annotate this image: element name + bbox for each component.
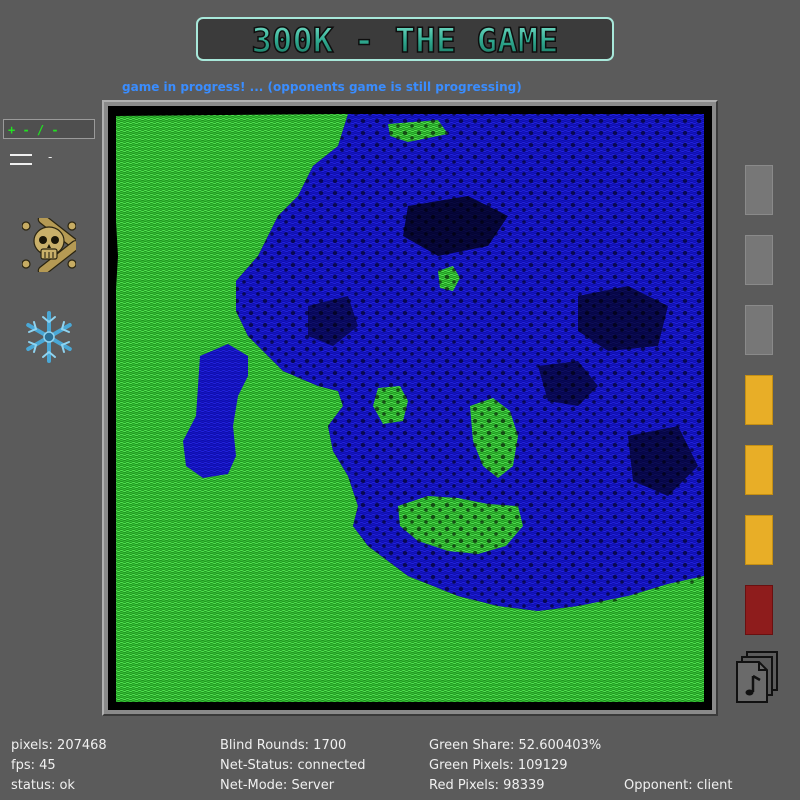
- power-slot-yellow[interactable]: [745, 375, 773, 425]
- title-text: 300K - THE GAME: [251, 21, 558, 61]
- game-board[interactable]: [108, 106, 712, 710]
- menu-icon[interactable]: [10, 154, 32, 166]
- menu-label: -: [48, 150, 53, 164]
- power-slot-yellow[interactable]: [745, 445, 773, 495]
- power-slot-yellow[interactable]: [745, 515, 773, 565]
- snowflake-icon[interactable]: [22, 310, 76, 364]
- power-slot-grey[interactable]: [745, 235, 773, 285]
- net-status: Net-Status: connected: [220, 758, 366, 773]
- fps-readout: fps: 45: [11, 758, 56, 773]
- status-readout: status: ok: [11, 778, 75, 793]
- red-pixels: Red Pixels: 98339: [429, 778, 545, 793]
- game-status-message: game in progress! ... (opponents game is…: [122, 80, 522, 94]
- opponent-readout: Opponent: client: [624, 778, 733, 793]
- blind-rounds: Blind Rounds: 1700: [220, 738, 347, 753]
- green-share: Green Share: 52.600403%: [429, 738, 602, 753]
- power-slot-grey[interactable]: [745, 305, 773, 355]
- board-canvas[interactable]: [108, 106, 712, 710]
- power-slot-grey[interactable]: [745, 165, 773, 215]
- score-input[interactable]: + - / -: [3, 119, 95, 139]
- title-logo-graphic: 300K - THE GAME: [196, 17, 614, 62]
- game-title-logo: 300K - THE GAME: [195, 14, 615, 64]
- pixels-count: pixels: 207468: [11, 738, 107, 753]
- music-files-icon[interactable]: [735, 650, 781, 704]
- black-edge-right: [704, 106, 712, 710]
- black-edge-bottom: [108, 702, 712, 710]
- green-pixels: Green Pixels: 109129: [429, 758, 568, 773]
- skull-crossbones-icon[interactable]: [21, 214, 81, 276]
- power-slot-red[interactable]: [745, 585, 773, 635]
- net-mode: Net-Mode: Server: [220, 778, 335, 793]
